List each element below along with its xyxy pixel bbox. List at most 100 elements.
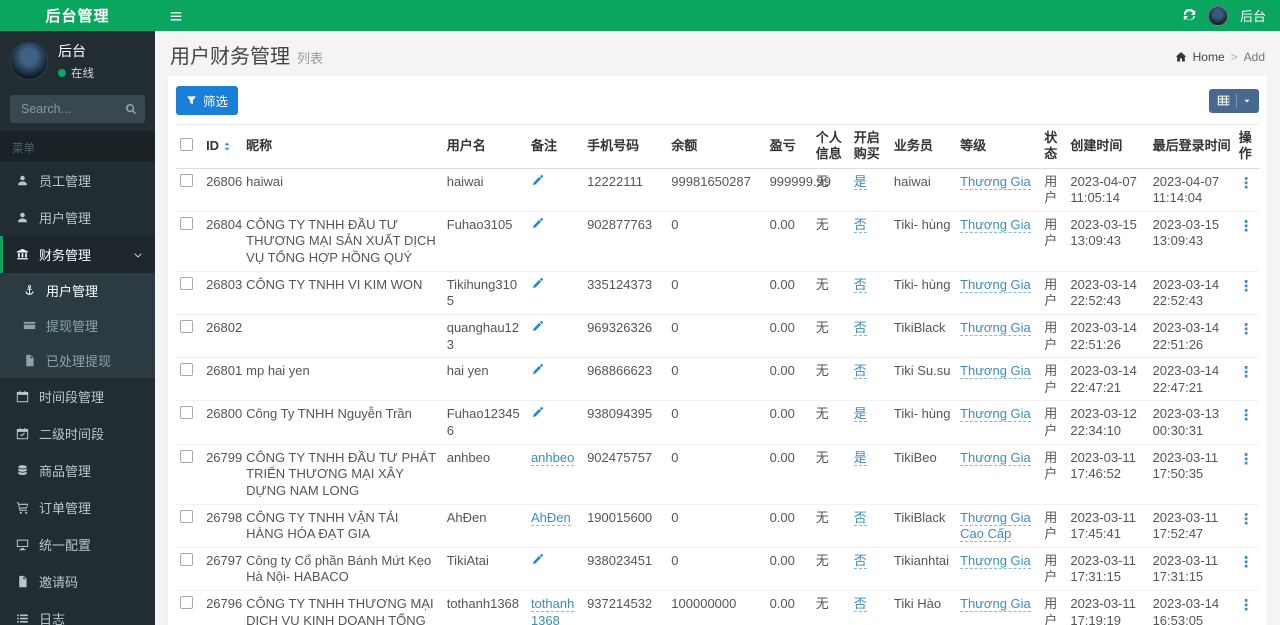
level-link[interactable]: Thương Gia xyxy=(960,596,1031,612)
filter-button[interactable]: 筛选 xyxy=(176,86,239,115)
col-id[interactable]: ID xyxy=(202,124,243,169)
cell-profit: 0.00 xyxy=(765,504,812,548)
cell-personal-info: 无 xyxy=(811,271,850,315)
cell-nickname: CÔNG TY TNHH VI KIM WON xyxy=(242,271,443,315)
sidebar-item-staff-manage[interactable]: 员工管理 xyxy=(0,162,155,199)
cell-profit: 0.00 xyxy=(765,271,812,315)
sidebar-item-finance-manage[interactable]: 财务管理 xyxy=(0,236,155,273)
sidebar-item-user-manage[interactable]: 用户管理 xyxy=(0,199,155,236)
sidebar-search xyxy=(10,95,145,123)
columns-toggle-button[interactable] xyxy=(1209,88,1259,113)
level-link[interactable]: Thương Gia xyxy=(960,406,1031,423)
level-link[interactable]: Thương Gia xyxy=(960,449,1031,466)
sidebar-item-unified-config[interactable]: 统一配置 xyxy=(0,526,155,563)
edit-pencil-icon[interactable] xyxy=(531,277,544,290)
row-actions-menu[interactable]: ⋮ xyxy=(1239,407,1254,424)
user-icon xyxy=(15,174,30,187)
row-checkbox[interactable] xyxy=(180,406,193,420)
row-checkbox[interactable] xyxy=(180,449,193,463)
row-actions-menu[interactable]: ⋮ xyxy=(1239,278,1254,295)
row-actions-menu[interactable]: ⋮ xyxy=(1239,597,1254,614)
level-link[interactable]: Thương Gia xyxy=(960,216,1031,233)
cell-username: Tikihung3105 xyxy=(442,271,527,315)
purchase-toggle-link[interactable]: 否 xyxy=(853,363,867,380)
level-link[interactable]: Thương Gia xyxy=(960,552,1031,569)
purchase-toggle-link[interactable]: 否 xyxy=(853,509,867,526)
row-checkbox[interactable] xyxy=(180,363,193,377)
row-actions-menu[interactable]: ⋮ xyxy=(1239,451,1254,468)
cart-icon xyxy=(15,501,30,514)
edit-pencil-icon[interactable] xyxy=(531,553,544,566)
row-actions-menu[interactable]: ⋮ xyxy=(1239,364,1254,381)
cell-actions: ⋮ xyxy=(1234,590,1259,625)
sidebar-item-second-time-period[interactable]: 二级时间段 xyxy=(0,415,155,452)
edit-pencil-icon[interactable] xyxy=(531,217,544,230)
col-nickname: 昵称 xyxy=(242,124,443,169)
row-actions-menu[interactable]: ⋮ xyxy=(1239,218,1254,235)
sidebar-item-processed-withdraw[interactable]: 已处理提现 xyxy=(0,343,155,378)
purchase-toggle-link[interactable]: 否 xyxy=(853,319,867,336)
row-checkbox[interactable] xyxy=(180,276,193,290)
cell-phone: 335124373 xyxy=(583,271,668,315)
cell-created: 2023-03-11 17:46:52 xyxy=(1066,444,1149,505)
cell-username: Fuhao123456 xyxy=(442,400,527,445)
select-all-checkbox[interactable] xyxy=(180,137,193,151)
purchase-toggle-link[interactable]: 否 xyxy=(853,216,867,233)
row-checkbox[interactable] xyxy=(180,173,193,187)
sidebar-item-goods-manage[interactable]: 商品管理 xyxy=(0,452,155,489)
main-content: 用户财务管理 列表 Home > Add 筛选 ID 昵称 用户名 备注 手机号… xyxy=(155,31,1280,625)
purchase-toggle-link[interactable]: 是 xyxy=(853,449,867,466)
row-actions-menu[interactable]: ⋮ xyxy=(1239,554,1254,571)
sidebar-item-order-manage[interactable]: 订单管理 xyxy=(0,489,155,526)
row-actions-menu[interactable]: ⋮ xyxy=(1239,511,1254,528)
row-checkbox[interactable] xyxy=(180,319,193,333)
level-link[interactable]: Thương Gia xyxy=(960,363,1031,380)
purchase-toggle-link[interactable]: 否 xyxy=(853,596,867,612)
cell-select xyxy=(176,211,203,272)
purchase-toggle-link[interactable]: 否 xyxy=(853,276,867,293)
level-link[interactable]: Thương Gia xyxy=(960,319,1031,336)
sidebar-item-invite-code[interactable]: 邀请码 xyxy=(0,563,155,600)
sidebar-item-logs[interactable]: 日志 xyxy=(0,600,155,625)
remark-link[interactable]: anhbeo xyxy=(530,449,575,466)
sidebar-item-finance-user-manage[interactable]: 用户管理 xyxy=(0,273,155,308)
cell-created: 2023-03-14 22:51:26 xyxy=(1066,314,1149,359)
purchase-toggle-link[interactable]: 是 xyxy=(853,406,867,423)
cell-balance: 0 xyxy=(667,444,766,505)
topbar-user-label[interactable]: 后台 xyxy=(1240,6,1266,25)
level-link[interactable]: Thương Gia Cao Cấp xyxy=(960,509,1031,543)
purchase-toggle-link[interactable]: 否 xyxy=(853,552,867,569)
row-actions-menu[interactable]: ⋮ xyxy=(1239,175,1254,192)
cell-select xyxy=(176,444,203,505)
edit-pencil-icon[interactable] xyxy=(531,363,544,376)
edit-pencil-icon[interactable] xyxy=(531,406,544,419)
sidebar-item-withdraw-manage[interactable]: 提现管理 xyxy=(0,308,155,343)
remark-link[interactable]: AhĐen xyxy=(530,509,571,526)
purchase-toggle-link[interactable]: 是 xyxy=(853,173,867,190)
row-checkbox[interactable] xyxy=(180,596,193,609)
row-checkbox[interactable] xyxy=(180,216,193,230)
row-checkbox[interactable] xyxy=(180,552,193,566)
search-icon[interactable] xyxy=(124,102,138,116)
level-link[interactable]: Thương Gia xyxy=(960,173,1031,190)
sort-icon[interactable] xyxy=(223,142,231,152)
breadcrumb-home[interactable]: Home xyxy=(1193,50,1225,64)
remark-link[interactable]: tothanh1368 xyxy=(530,596,575,625)
edit-pencil-icon[interactable] xyxy=(531,174,544,187)
topbar-avatar[interactable] xyxy=(1207,5,1228,26)
edit-pencil-icon[interactable] xyxy=(531,320,544,333)
cell-nickname: haiwai xyxy=(242,168,443,212)
cell-salesman: TikiBlack xyxy=(889,314,957,359)
cell-purchase: 是 xyxy=(849,168,890,212)
cell-select xyxy=(176,547,203,592)
level-link[interactable]: Thương Gia xyxy=(960,276,1031,293)
sidebar-item-time-period-manage[interactable]: 时间段管理 xyxy=(0,378,155,415)
row-checkbox[interactable] xyxy=(180,509,193,523)
menu-toggle-icon[interactable] xyxy=(169,9,183,23)
funnel-icon xyxy=(186,95,197,106)
row-actions-menu[interactable]: ⋮ xyxy=(1239,321,1254,338)
cell-salesman: Tiki- hùng xyxy=(889,271,957,315)
cell-salesman: Tikianhtai xyxy=(889,547,957,592)
table-row: 26802 quanghau123 969326326 0 0.00 无否 TikiBlac… xyxy=(176,314,1259,359)
refresh-icon[interactable] xyxy=(1183,9,1196,22)
